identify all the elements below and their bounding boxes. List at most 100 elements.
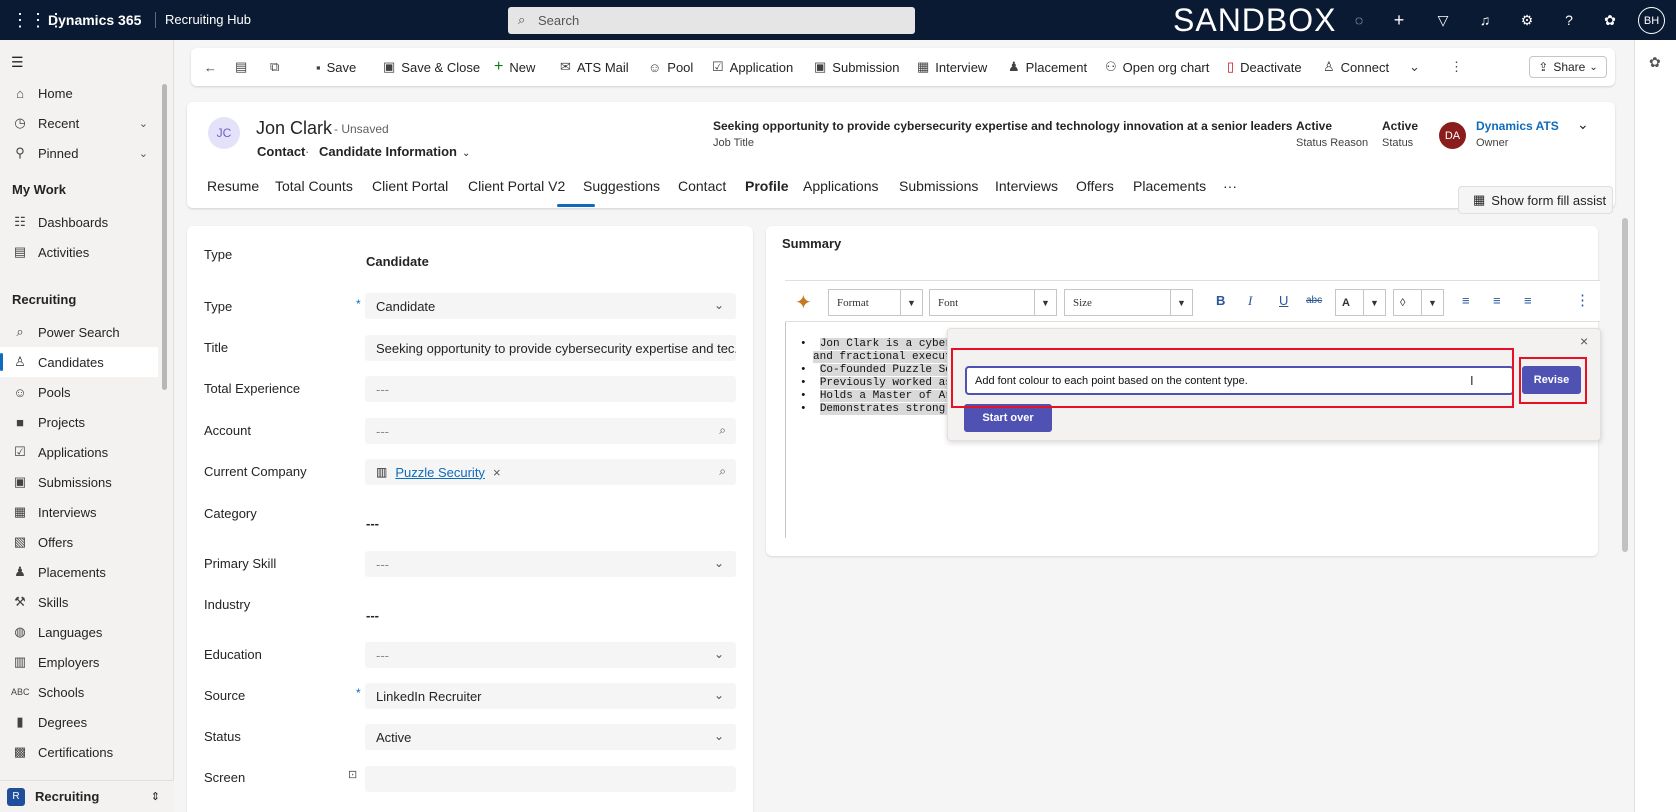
status-select[interactable]: Active ⌄ [365,724,736,750]
form-fill-assist-button[interactable]: ▦ Show form fill assist [1458,186,1613,214]
open-new-window-button[interactable]: ⧉ [270,48,285,86]
education-select[interactable]: --- ⌄ [365,642,736,668]
save-close-button[interactable]: ▣ Save & Close [383,48,480,86]
search-icon[interactable]: ⌕ [719,423,726,438]
format-dropdown[interactable]: Format ▼ [828,289,923,316]
start-over-button[interactable]: Start over [964,404,1052,432]
sidebar-item-schools[interactable]: ABC Schools [0,677,158,707]
sidebar-item-activities[interactable]: ▤ Activities [0,237,158,267]
underline-icon[interactable]: U [1279,293,1288,308]
current-company-link[interactable]: Puzzle Security [395,465,485,480]
search-input[interactable]: ⌕ Search [508,7,915,34]
tab-applications[interactable]: Applications [803,178,879,194]
submission-button[interactable]: ▣ Submission [814,48,900,86]
back-button[interactable]: ← [204,48,223,86]
filter-icon[interactable]: ▽ [1433,10,1453,30]
help-icon[interactable]: ? [1559,10,1579,30]
plus-icon[interactable]: + [1389,10,1409,30]
sidebar-item-dashboards[interactable]: ☷ Dashboards [0,207,158,237]
header-expand-chevron-icon[interactable]: ⌄ [1577,116,1589,133]
copilot-sparkle-icon[interactable]: ✦ [795,290,812,315]
gear-icon[interactable]: ⚙ [1517,10,1537,30]
save-button[interactable]: ▪ Save [316,48,356,86]
more-commands-chevron[interactable]: ⌄ [1409,48,1426,86]
primary-skill-select[interactable]: --- ⌄ [365,551,736,577]
account-lookup[interactable]: --- ⌕ [365,418,736,444]
org-chart-button[interactable]: ⚇ Open org chart [1105,48,1209,86]
record-set-button[interactable]: ▤ [235,48,253,86]
sidebar-item-home[interactable]: ⌂ Home [0,78,158,108]
sidebar-item-languages[interactable]: ◍ Languages [0,617,158,647]
bell-icon[interactable]: ♫ [1475,10,1495,30]
tab-client-portal-v2[interactable]: Client Portal V2 [468,178,565,194]
application-button[interactable]: ☑ Application [712,48,793,86]
sidebar-item-skills[interactable]: ⚒ Skills [0,587,158,617]
remove-icon[interactable]: × [493,465,501,480]
font-color-button[interactable]: A ▼ [1335,289,1386,316]
copilot-icon[interactable]: ✿ [1649,54,1661,71]
sidebar-item-applications[interactable]: ☑ Applications [0,437,158,467]
italic-icon[interactable]: I [1248,293,1252,309]
main-scrollbar[interactable] [1622,218,1628,552]
interview-button[interactable]: ▦ Interview [917,48,987,86]
tab-contact[interactable]: Contact [678,178,726,194]
sidebar-item-interviews[interactable]: ▦ Interviews [0,497,158,527]
search-icon[interactable]: ⌕ [719,464,726,479]
align-center-icon[interactable]: ≡ [1493,293,1501,308]
tab-client-portal[interactable]: Client Portal [372,178,448,194]
tab-resume[interactable]: Resume [207,178,259,194]
sidebar-item-submissions[interactable]: ▣ Submissions [0,467,158,497]
sidebar-item-pinned[interactable]: ⚲ Pinned ⌄ [0,138,158,168]
user-avatar[interactable]: BH [1638,7,1665,34]
tab-placements[interactable]: Placements [1133,178,1206,194]
sidebar-item-degrees[interactable]: ▮ Degrees [0,707,158,737]
tab-total-counts[interactable]: Total Counts [275,178,353,194]
sidebar-item-certifications[interactable]: ▩ Certifications [0,737,158,767]
sidebar-scrollbar[interactable] [162,84,167,390]
size-dropdown[interactable]: Size ▼ [1064,289,1193,316]
form-selector[interactable]: Candidate Information ⌄ [319,144,470,159]
sidebar-item-power-search[interactable]: ⌕ Power Search [0,317,158,347]
lightbulb-icon[interactable]: ◌ [1349,10,1369,30]
source-select[interactable]: LinkedIn Recruiter ⌄ [365,683,736,709]
sidebar-item-recent[interactable]: ◷ Recent ⌄ [0,108,158,138]
tab-profile[interactable]: Profile [745,178,789,194]
placement-button[interactable]: ♟ Placement [1008,48,1087,86]
total-experience-input[interactable]: --- [365,376,736,402]
align-left-icon[interactable]: ≡ [1462,293,1470,308]
sidebar-item-projects[interactable]: ■ Projects [0,407,158,437]
share-button[interactable]: ⇪ Share ⌄ [1529,56,1607,78]
sidebar-item-placements[interactable]: ♟ Placements [0,557,158,587]
sidebar-item-candidates[interactable]: ♙ Candidates [0,347,158,377]
bold-icon[interactable]: B [1216,293,1225,308]
owner-link[interactable]: Dynamics ATS [1476,119,1559,133]
align-right-icon[interactable]: ≡ [1524,293,1532,308]
tab-suggestions[interactable]: Suggestions [583,178,660,194]
hamburger-icon[interactable]: ☰ [11,54,24,71]
type-select[interactable]: Candidate ⌄ [365,293,736,319]
ats-mail-button[interactable]: ✉ ATS Mail [560,48,629,86]
title-input[interactable]: Seeking opportunity to provide cybersecu… [365,335,736,361]
highlight-color-button[interactable]: ◊ ▼ [1393,289,1444,316]
current-company-lookup[interactable]: ▥ Puzzle Security × ⌕ [365,459,736,485]
copilot-icon[interactable]: ✿ [1600,10,1620,30]
app-name[interactable]: Dynamics 365 [48,0,141,40]
font-dropdown[interactable]: Font ▼ [929,289,1057,316]
sidebar-item-offers[interactable]: ▧ Offers [0,527,158,557]
tab-interviews[interactable]: Interviews [995,178,1058,194]
tab-submissions[interactable]: Submissions [899,178,978,194]
close-icon[interactable]: × [1580,333,1588,349]
deactivate-button[interactable]: ▯ Deactivate [1227,48,1302,86]
more-vertical-icon[interactable]: ⋮ [1575,291,1590,309]
area-name[interactable]: Recruiting Hub [165,0,251,40]
overflow-button[interactable]: ⋮ [1450,48,1469,86]
tab-offers[interactable]: Offers [1076,178,1114,194]
area-switcher[interactable]: R Recruiting ⇕ [0,780,174,812]
sidebar-item-pools[interactable]: ☺ Pools [0,377,158,407]
connect-button[interactable]: ♙ Connect [1323,48,1389,86]
tab-more[interactable]: ··· [1223,178,1237,194]
pool-button[interactable]: ☺ Pool [648,48,693,86]
strikethrough-icon[interactable]: abc [1306,295,1322,306]
new-button[interactable]: + New [494,48,535,86]
sidebar-item-employers[interactable]: ▥ Employers [0,647,158,677]
